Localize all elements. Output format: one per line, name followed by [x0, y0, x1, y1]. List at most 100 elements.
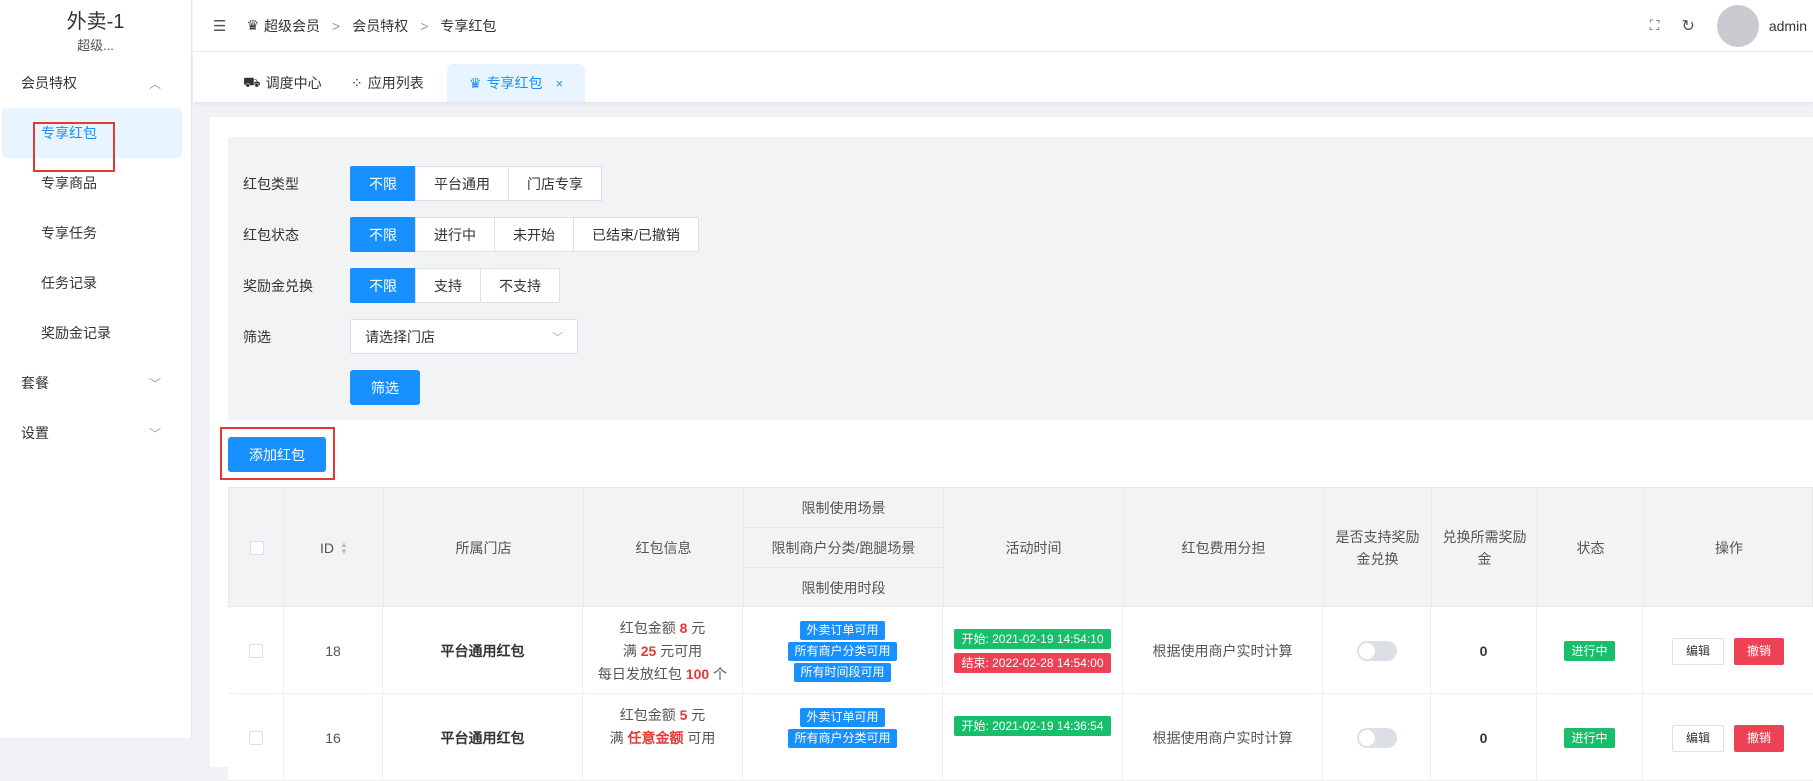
- row-checkbox[interactable]: [248, 644, 263, 658]
- status-option-ended[interactable]: 已结束/已撤销: [573, 217, 699, 252]
- truck-icon: ⛟: [243, 73, 261, 90]
- tab-exclusive-redpacket[interactable]: ♛ 专享红包 ×: [447, 64, 586, 102]
- top-header: ☰ ♛ 超级会员 > 会员特权 > 专享红包 ⛶ ↻ admin: [193, 0, 1813, 52]
- breadcrumb-item[interactable]: 会员特权: [352, 16, 408, 36]
- row-need: 0: [1431, 608, 1537, 694]
- sidebar-item-reward-record[interactable]: 奖励金记录: [0, 308, 191, 358]
- row-time: 开始: 2021-02-19 14:36:54 .: [943, 695, 1123, 781]
- filter-button[interactable]: 筛选: [350, 370, 420, 405]
- fullscreen-icon[interactable]: ⛶: [1650, 17, 1660, 34]
- row-need: 0: [1431, 695, 1537, 781]
- status-segment: 不限 进行中 未开始 已结束/已撤销: [350, 217, 699, 252]
- revoke-button[interactable]: 撤销: [1734, 637, 1785, 665]
- header-category: 限制商户分类/跑腿场景: [744, 528, 944, 568]
- reward-toggle[interactable]: [1356, 728, 1397, 748]
- row-store: 平台通用红包: [383, 695, 583, 781]
- select-all-checkbox[interactable]: [249, 541, 264, 555]
- row-time: 开始: 2021-02-19 14:54:10 结束: 2022-02-28 1…: [943, 608, 1123, 694]
- menu-group-member[interactable]: 会员特权 ︿: [0, 58, 191, 108]
- menu-group-settings[interactable]: 设置 ﹀: [0, 408, 191, 458]
- row-id: 18: [284, 608, 383, 694]
- row-cost: 根据使用商户实时计算: [1123, 608, 1323, 694]
- info-amount-label: 红包金额: [619, 619, 680, 636]
- filter-panel: 红包类型 不限 平台通用 门店专享 红包状态 不限 进行中 未开始 已结束/已撤…: [228, 137, 1813, 420]
- store-select-placeholder: 请选择门店: [365, 328, 435, 345]
- header-time: 活动时间: [944, 488, 1124, 608]
- status-option-any[interactable]: 不限: [350, 217, 416, 252]
- row-checkbox[interactable]: [248, 731, 263, 745]
- breadcrumb-item[interactable]: 超级会员: [264, 16, 320, 36]
- row-status: 进行中: [1537, 608, 1643, 694]
- app-title: 外卖-1: [66, 11, 125, 33]
- tab-label: 应用列表: [367, 75, 424, 91]
- header-need: 兑换所需奖励金: [1432, 488, 1538, 608]
- start-time-badge: 开始: 2021-02-19 14:36:54: [954, 716, 1111, 736]
- reward-option-yes[interactable]: 支持: [415, 268, 481, 303]
- refresh-icon[interactable]: ↻: [1681, 16, 1694, 36]
- breadcrumb-separator: >: [420, 17, 429, 34]
- store-select[interactable]: 请选择门店 ﹀: [350, 319, 578, 354]
- menu-group-package[interactable]: 套餐 ﹀: [0, 358, 191, 408]
- header-store: 所属门店: [384, 488, 584, 608]
- filter-type-label: 红包类型: [243, 175, 299, 192]
- row-scene: 外卖订单可用 所有商户分类可用 所有时间段可用: [743, 608, 943, 694]
- sidebar: 外卖-1 超级... 会员特权 ︿ 专享红包 专享商品 专享任务 任务记录 奖励…: [0, 0, 192, 738]
- scene-tag: 外卖订单可用: [800, 707, 885, 727]
- type-option-platform[interactable]: 平台通用: [415, 166, 509, 201]
- table-row: 18 平台通用红包 红包金额 8 元 满 25 元可用 每日发放红包 100 个…: [228, 608, 1813, 694]
- header-cost: 红包费用分担: [1124, 488, 1324, 608]
- sort-icon[interactable]: ▲ ▼: [340, 541, 348, 556]
- breadcrumb-item: 专享红包: [440, 17, 497, 34]
- start-time-badge: 开始: 2021-02-19 14:54:10: [954, 629, 1111, 649]
- info-cond-label: 满: [622, 642, 641, 659]
- username[interactable]: admin: [1769, 18, 1807, 34]
- header-ops: 操作: [1715, 540, 1743, 556]
- type-option-store[interactable]: 门店专享: [508, 166, 602, 201]
- collapse-menu-icon[interactable]: ☰: [213, 17, 226, 35]
- scene-tag: 外卖订单可用: [800, 620, 885, 640]
- header-period: 限制使用时段: [744, 568, 944, 608]
- highlight-box: [33, 122, 115, 172]
- status-option-ongoing[interactable]: 进行中: [415, 217, 495, 252]
- header-id-label: ID: [320, 540, 335, 556]
- status-option-not-started[interactable]: 未开始: [494, 217, 574, 252]
- reward-option-no[interactable]: 不支持: [480, 268, 560, 303]
- info-daily: 100: [685, 665, 710, 682]
- tab-app-list[interactable]: ⁘ 应用列表: [351, 64, 424, 102]
- category-tag: 所有商户分类可用: [788, 728, 897, 748]
- row-cost: 根据使用商户实时计算: [1123, 695, 1323, 781]
- reward-toggle[interactable]: [1356, 641, 1397, 661]
- row-reward: [1323, 608, 1431, 694]
- header-id[interactable]: ID ▲ ▼: [285, 488, 384, 608]
- tabs-bar: ⛟ 调度中心 ⁘ 应用列表 ♛ 专享红包 ×: [193, 52, 1813, 102]
- sidebar-item-task-record[interactable]: 任务记录: [0, 258, 191, 308]
- avatar[interactable]: [1716, 4, 1759, 47]
- sidebar-item-exclusive-task[interactable]: 专享任务: [0, 208, 191, 258]
- tab-label: 调度中心: [265, 75, 322, 91]
- chevron-up-icon: ︿: [148, 76, 161, 91]
- tab-label: 专享红包: [486, 75, 543, 91]
- sidebar-item-label: 专享任务: [41, 225, 97, 241]
- info-unit: 元: [687, 619, 706, 636]
- header-info: 红包信息: [584, 488, 744, 608]
- row-reward: [1323, 695, 1431, 781]
- info-unit: 元: [687, 706, 706, 723]
- crown-icon: ♛: [246, 17, 260, 33]
- edit-button[interactable]: 编辑: [1671, 724, 1724, 752]
- header-scene: 限制使用场景: [744, 488, 944, 528]
- reward-option-any[interactable]: 不限: [350, 268, 416, 303]
- apps-icon: ⁘: [351, 74, 363, 91]
- close-icon[interactable]: ×: [556, 76, 564, 91]
- edit-button[interactable]: 编辑: [1671, 637, 1724, 665]
- chevron-down-icon: ﹀: [148, 376, 161, 391]
- revoke-button[interactable]: 撤销: [1734, 724, 1785, 752]
- app-subtitle: 超级...: [77, 38, 114, 53]
- type-option-any[interactable]: 不限: [350, 166, 416, 201]
- row-ops: 编辑 撤销: [1643, 695, 1813, 781]
- app-logo: 外卖-1 超级...: [0, 0, 191, 58]
- category-tag: 所有商户分类可用: [788, 641, 897, 661]
- menu-group-label: 套餐: [21, 375, 49, 391]
- tab-dispatch-center[interactable]: ⛟ 调度中心: [243, 64, 322, 102]
- row-id: 16: [284, 695, 383, 781]
- row-info: 红包金额 5 元 满 任意金额 可用 .: [583, 695, 743, 781]
